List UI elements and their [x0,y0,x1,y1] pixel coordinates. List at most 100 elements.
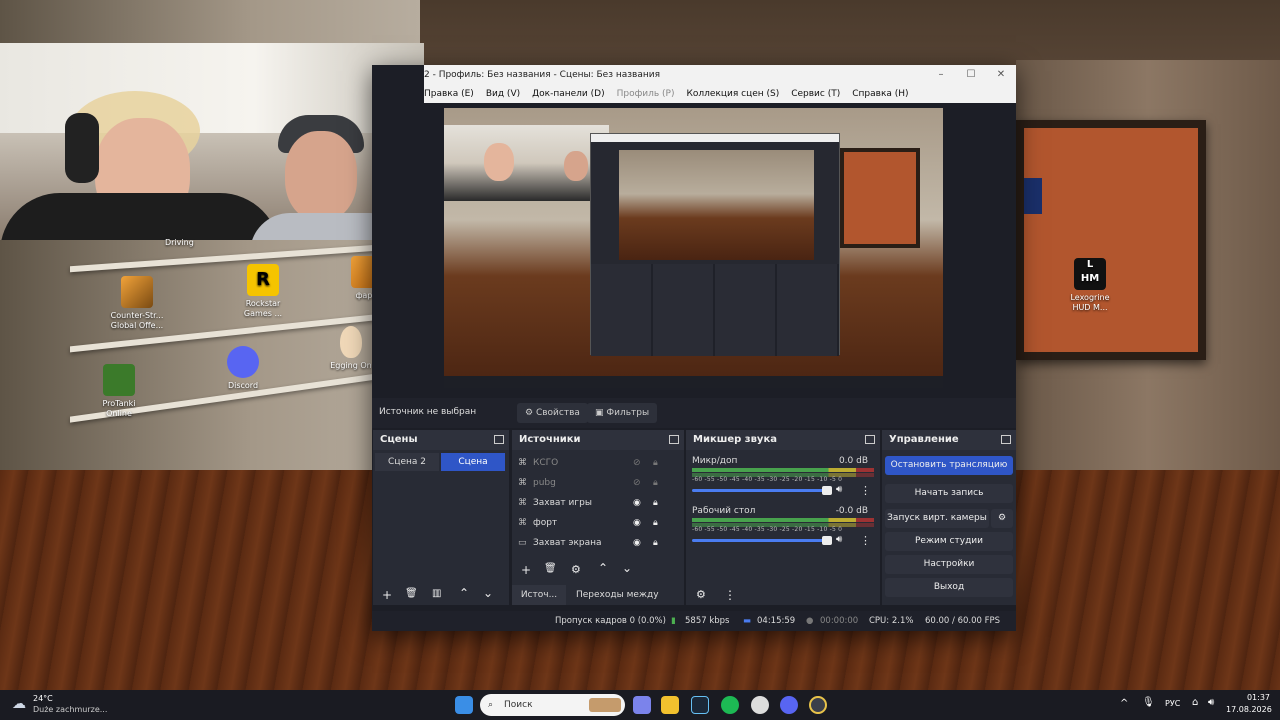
app-icon[interactable] [751,696,769,714]
source-name: КСГО [533,458,559,468]
spotify-icon[interactable] [721,696,739,714]
lock-icon[interactable]: 🔒︎ [653,493,658,513]
language-indicator[interactable]: РУС [1165,699,1180,708]
menu-docks[interactable]: Док-панели (D) [532,85,604,103]
clock-date[interactable]: 17.08.2026 [1226,705,1272,714]
audio-settings-icon[interactable]: ⚙ [696,588,706,601]
slider-handle[interactable] [822,536,832,545]
close-button[interactable]: ✕ [986,65,1016,85]
virtual-camera-button[interactable]: Запуск вирт. камеры [885,509,989,528]
source-toolbar: Источник не выбран ⚙ Свойства ▣ Фильтры [372,398,1016,428]
steam-icon[interactable] [691,696,709,714]
add-icon[interactable]: + [521,563,531,577]
search-highlight-image [589,698,621,712]
gear-icon: ⚙ [525,408,536,418]
speaker-icon[interactable]: 🔊︎ [836,484,842,495]
desktop-icon-discord[interactable]: Discord [204,346,282,391]
teams-icon[interactable] [633,696,651,714]
volume-icon[interactable]: 🔊︎ [1208,697,1214,708]
eye-icon[interactable]: ◉ [633,533,641,553]
eye-icon[interactable]: ◉ [633,493,641,513]
poster-fragment [1024,178,1042,214]
discord-icon[interactable] [780,696,798,714]
undock-icon[interactable] [669,435,679,444]
eye-hidden-icon[interactable]: ⊘ [633,453,641,473]
source-item[interactable]: ⌘ pubg ⊘ 🔒︎ [518,473,678,493]
exit-button[interactable]: Выход [885,578,1013,597]
source-item[interactable]: ▭ Захват экрана ◉ 🔒︎ [518,533,678,553]
gamepad-icon: ⌘ [518,498,527,508]
studio-mode-button[interactable]: Режим студии [885,532,1013,551]
desktop-icon-csgo[interactable]: Counter-Str... Global Offe... [98,276,176,331]
eye-icon[interactable]: ◉ [633,513,641,533]
undock-icon[interactable] [1001,435,1011,444]
file-explorer-icon[interactable] [661,696,679,714]
minimize-button[interactable]: – [926,65,956,85]
lock-icon[interactable]: 🔒︎ [653,473,658,493]
filter-icon[interactable]: ▥ [432,588,441,599]
clock-time[interactable]: 01:37 [1240,693,1270,702]
weather-desc[interactable]: Duże zachmurze... [33,705,107,714]
lock-icon[interactable]: 🔒︎ [653,453,658,473]
desktop-icon-rockstar[interactable]: R Rockstar Games ... [224,264,302,319]
volume-slider[interactable] [692,486,832,495]
desktop-icon-protanki[interactable]: ProTanki Online [80,364,158,419]
tab-transitions[interactable]: Переходы между сце... [576,585,684,620]
cork-board [1016,120,1206,360]
chevron-up-icon[interactable]: ^ [1120,698,1128,709]
source-item[interactable]: ⌘ форт ◉ 🔒︎ [518,513,678,533]
menu-view[interactable]: Вид (V) [486,85,520,103]
chevron-down-icon[interactable]: ⌄ [483,586,493,600]
menu-tools[interactable]: Сервис (T) [791,85,840,103]
trash-icon[interactable]: 🗑 [544,563,557,574]
source-item[interactable]: ⌘ Захват игры ◉ 🔒︎ [518,493,678,513]
menu-help[interactable]: Справка (H) [852,85,908,103]
lock-icon[interactable]: 🔒︎ [653,533,658,553]
chevron-up-icon[interactable]: ⌃ [598,561,608,575]
tab-sources[interactable]: Источ... [512,585,566,605]
stop-streaming-button[interactable]: Остановить трансляцию [885,456,1013,475]
microphone-icon[interactable]: 🎙︎ [1142,697,1155,708]
network-icon[interactable]: ⌂ [1192,697,1198,708]
more-icon[interactable]: ⋮ [724,588,736,602]
taskbar-search[interactable]: ⌕ Поиск [480,694,625,716]
preview-canvas[interactable] [444,108,943,388]
desktop-icon-lexogrine[interactable]: L HM Lexogrine HUD M... [1051,258,1129,313]
settings-button[interactable]: Настройки [885,555,1013,574]
more-icon[interactable]: ⋮ [860,534,871,547]
chevron-down-icon[interactable]: ⌄ [622,561,632,575]
undock-icon[interactable] [494,435,504,444]
source-item[interactable]: ⌘ КСГО ⊘ 🔒︎ [518,453,678,473]
menu-profile[interactable]: Профиль (P) [617,85,675,103]
more-icon[interactable]: ⋮ [860,484,871,497]
obs-icon[interactable] [809,696,827,714]
add-icon[interactable]: + [382,588,392,602]
obs-window: 2 - Профиль: Без названия - Сцены: Без н… [372,65,1016,631]
eye-hidden-icon[interactable]: ⊘ [633,473,641,493]
chevron-up-icon[interactable]: ⌃ [459,586,469,600]
scene-item[interactable]: Сцена 2 [375,453,439,471]
meter-scale: -60 -55 -50 -45 -40 -35 -30 -25 -20 -15 … [692,526,843,533]
menu-scene-collection[interactable]: Коллекция сцен (S) [687,85,780,103]
virtual-camera-settings[interactable]: ⚙ [991,509,1013,528]
lock-icon[interactable]: 🔒︎ [653,513,658,533]
windows-start-icon[interactable] [455,696,473,714]
filters-button[interactable]: ▣ Фильтры [587,403,658,423]
menu-edit[interactable]: Правка (E) [424,85,474,103]
trash-icon[interactable]: 🗑 [405,588,418,599]
webcam-overlay [0,43,424,240]
undock-icon[interactable] [865,435,875,444]
speaker-icon[interactable]: 🔊︎ [836,534,842,545]
start-recording-button[interactable]: Начать запись [885,484,1013,503]
gear-icon[interactable]: ⚙ [571,563,581,576]
maximize-button[interactable]: ☐ [956,65,986,85]
preview-cork [840,148,920,248]
properties-button[interactable]: ⚙ Свойства [517,403,588,423]
weather-temp[interactable]: 24°C [33,694,53,703]
bitrate: 5857 kbps [685,616,730,626]
record-time: 00:00:00 [820,616,859,626]
gamepad-icon: ⌘ [518,458,527,468]
slider-handle[interactable] [822,486,832,495]
scene-item-selected[interactable]: Сцена [441,453,505,471]
volume-slider[interactable] [692,536,832,545]
